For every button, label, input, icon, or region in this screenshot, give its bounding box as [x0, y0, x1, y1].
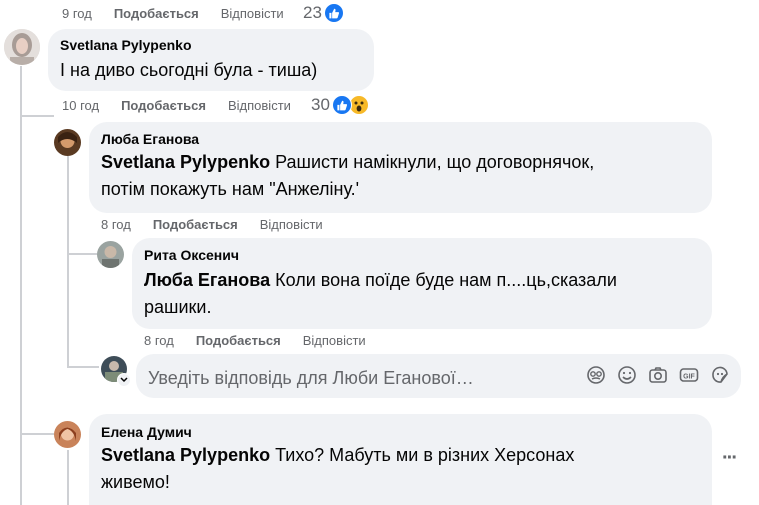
reactions-summary[interactable]: 30 — [311, 94, 369, 116]
mention-link[interactable]: Люба Еганова — [144, 270, 270, 290]
comment-time[interactable]: 10 год — [62, 98, 99, 113]
avatar[interactable] — [97, 241, 124, 268]
comment-bubble: Люба Еганова Svetlana Pylypenko Рашисти … — [89, 122, 712, 213]
reactions-summary[interactable]: 23 — [303, 2, 344, 24]
like-link[interactable]: Подобається — [196, 333, 281, 348]
reply-link[interactable]: Відповісти — [303, 333, 366, 348]
reply-link[interactable]: Відповісти — [228, 98, 291, 113]
like-link[interactable]: Подобається — [121, 98, 206, 113]
comment-text: Svetlana Pylypenko Тихо? Мабуть ми в різ… — [101, 442, 574, 496]
comment-text: Svetlana Pylypenko Рашисти намікнули, що… — [101, 149, 594, 203]
comment-text-line1: Коли вона поїде буде нам п....ць,сказали — [270, 270, 617, 290]
comment-text-line1: Рашисти намікнули, що договорнячок, — [270, 152, 595, 172]
reaction-count: 23 — [303, 3, 322, 22]
comment-time[interactable]: 9 год — [62, 6, 92, 21]
mention-link[interactable]: Svetlana Pylypenko — [101, 152, 270, 172]
camera-icon[interactable] — [648, 365, 668, 385]
comment-text-line2: живемо! — [101, 472, 170, 492]
comment-author[interactable]: Люба Еганова — [101, 131, 199, 147]
comment-author[interactable]: Елена Думич — [101, 424, 192, 440]
sticker-icon[interactable] — [710, 365, 730, 385]
comment-time[interactable]: 8 год — [101, 217, 131, 232]
reply-input-box[interactable]: Уведіть відповідь для Люби Еганової… GIF — [136, 354, 741, 398]
more-options-button[interactable]: ··· — [722, 447, 738, 470]
top-comment-meta: 9 год Подобається Відповісти — [62, 4, 284, 22]
comment-text-line2: потім покажуть нам "Анжеліну.' — [101, 179, 360, 199]
avatar[interactable] — [54, 129, 81, 156]
thread-line-level2 — [67, 156, 69, 366]
avatar[interactable] — [4, 29, 40, 65]
comment-text-line2: рашики. — [144, 297, 212, 317]
emoji-icon[interactable] — [617, 365, 637, 385]
comment-author[interactable]: Svetlana Pylypenko — [60, 37, 192, 53]
gif-icon[interactable]: GIF — [679, 365, 699, 385]
like-reaction-icon — [331, 95, 352, 115]
comment-time[interactable]: 8 год — [144, 333, 174, 348]
comment-meta: 10 год Подобається Відповісти — [62, 96, 291, 114]
wow-reaction-icon — [348, 95, 369, 115]
comment-bubble: Svetlana Pylypenko І на диво сьогодні бу… — [48, 29, 374, 91]
avatar-sticker-icon[interactable] — [586, 365, 606, 385]
account-switch-chevron-icon[interactable] — [117, 373, 131, 387]
like-reaction-icon — [323, 3, 344, 23]
comment-text-line1: Тихо? Мабуть ми в різних Херсонах — [270, 445, 575, 465]
reaction-count: 30 — [311, 95, 330, 114]
comment-bubble: Елена Думич Svetlana Pylypenko Тихо? Маб… — [89, 414, 712, 505]
comment-meta: 8 год Подобається Відповісти — [144, 331, 366, 349]
thread-line-branch-2 — [67, 253, 97, 255]
comment-author[interactable]: Рита Оксенич — [144, 247, 239, 263]
avatar[interactable] — [54, 421, 81, 448]
comment-text: Люба Еганова Коли вона поїде буде нам п.… — [144, 267, 617, 321]
comment-meta: 8 год Подобається Відповісти — [101, 215, 323, 233]
thread-line-main — [20, 66, 22, 505]
comment-bubble: Рита Оксенич Люба Еганова Коли вона поїд… — [132, 238, 712, 329]
thread-line-branch-1 — [20, 115, 54, 117]
like-link[interactable]: Подобається — [153, 217, 238, 232]
reply-link[interactable]: Відповісти — [221, 6, 284, 21]
svg-text:GIF: GIF — [683, 374, 695, 381]
thread-line-branch-3 — [67, 366, 99, 368]
thread-line-branch-4 — [20, 433, 54, 435]
reply-input[interactable]: Уведіть відповідь для Люби Еганової… — [148, 368, 474, 389]
thread-line-level2b — [67, 450, 69, 505]
mention-link[interactable]: Svetlana Pylypenko — [101, 445, 270, 465]
reply-link[interactable]: Відповісти — [260, 217, 323, 232]
like-link[interactable]: Подобається — [114, 6, 199, 21]
comment-text: І на диво сьогодні була - тиша) — [60, 60, 318, 80]
